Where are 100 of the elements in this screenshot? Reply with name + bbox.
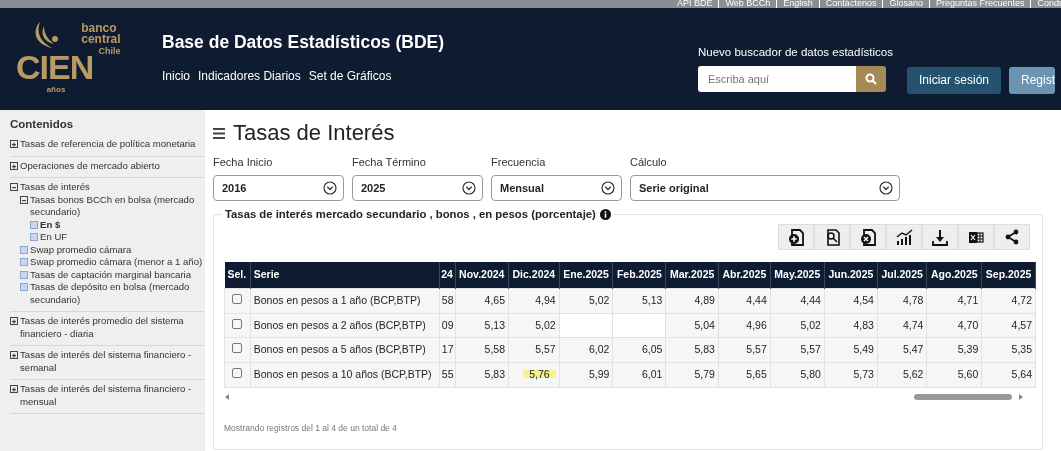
page-title: Tasas de Interés [233, 120, 395, 147]
tree-item[interactable]: Tasas de captación marginal bancaria [30, 268, 192, 282]
toolbar-button[interactable] [850, 224, 886, 251]
table-cell: 5,83 [484, 368, 505, 381]
logo-subtitle: años [45, 84, 67, 96]
expand-icon[interactable] [10, 161, 18, 170]
tree-item[interactable]: Tasas de referencia de política monetaria [20, 138, 196, 151]
table-cell: 5,02 [800, 318, 821, 331]
chevron-down-icon [879, 180, 893, 195]
nav-link[interactable]: Indicadores Diarios [198, 68, 301, 83]
expand-icon[interactable] [10, 385, 18, 394]
table-cell: 5,64 [1011, 368, 1032, 381]
select-field[interactable]: Mensual [491, 174, 622, 201]
select-field[interactable]: 2016 [213, 174, 344, 201]
tree-item[interactable]: Swap promedio cámara [30, 243, 132, 257]
share-icon [1003, 228, 1021, 247]
logo-text: Chile [97, 44, 121, 58]
select-field[interactable]: Serie original [630, 174, 900, 201]
site-title: Base de Datos Estadísticos (BDE) [162, 31, 446, 53]
table-cell: 5,39 [957, 343, 979, 356]
toolbar-button[interactable] [778, 224, 814, 251]
tree-item[interactable]: Tasas de interés del sistema financiero - semanal [20, 349, 205, 375]
tree-item[interactable]: Tasas de interés [20, 181, 90, 194]
collapse-icon[interactable] [10, 183, 18, 192]
column-header: May.2025 [770, 262, 825, 289]
chevron-down-icon [601, 180, 615, 195]
field-label: Fecha Término [352, 155, 427, 171]
column-header: Feb.2025 [612, 262, 666, 289]
tree-item[interactable]: Tasas de interés promedio del sistema financiero - diaria [20, 315, 205, 341]
table-cell: 4,71 [957, 293, 979, 306]
tree-item[interactable]: Tasas de interés del sistema financiero - mensual [20, 383, 205, 409]
menu-icon[interactable] [213, 127, 225, 139]
table-cell: 4,44 [746, 293, 767, 306]
checkbox[interactable] [232, 318, 243, 329]
table-cell: 4,89 [694, 293, 715, 306]
column-header: Abr.2025 [718, 262, 771, 289]
column-header: Sep.2025 [981, 262, 1036, 289]
expand-icon[interactable] [10, 351, 18, 360]
tree-item[interactable]: Tasas bonos BCCh en bolsa (mercado secundario) [30, 193, 205, 219]
logo-text: central [81, 33, 121, 45]
record-count: Mostrando registros del 1 al 4 de un total de 4 [224, 421, 398, 435]
column-header: Sel. [224, 262, 251, 289]
table-cell: 4,44 [800, 293, 821, 306]
tree-item[interactable]: En UF [40, 231, 68, 244]
toolbar-button[interactable] [814, 224, 850, 251]
checkbox[interactable] [232, 368, 243, 379]
search-button[interactable] [856, 66, 886, 93]
field-label: Frecuencia [491, 155, 547, 171]
info-icon[interactable] [599, 209, 611, 221]
search-icon [865, 73, 877, 86]
table-cell: 17 [441, 343, 454, 356]
column-header: Ago.2025 [926, 262, 982, 289]
checkbox[interactable] [232, 293, 243, 304]
checkbox[interactable] [232, 343, 243, 354]
expand-icon[interactable] [10, 140, 18, 149]
nav-link[interactable]: Inicio [162, 68, 190, 83]
table-cell: 5,62 [902, 368, 924, 381]
column-header: Mar.2025 [665, 262, 719, 289]
table-cell: 4,78 [902, 293, 924, 306]
chevron-down-icon [462, 180, 476, 195]
table-cell: 6,05 [642, 343, 663, 356]
field-label: Cálculo [630, 155, 668, 171]
column-header: Serie [250, 262, 440, 289]
toolbar-button[interactable] [994, 224, 1030, 251]
chevron-down-icon [323, 180, 337, 195]
expand-icon[interactable] [10, 317, 18, 326]
file-remove-icon [859, 228, 877, 247]
search-field[interactable]: Escriba aquí [698, 66, 856, 93]
select-field[interactable]: 2025 [352, 174, 483, 201]
toolbar-button[interactable] [922, 224, 958, 251]
table-cell: 4,94 [535, 293, 556, 306]
column-header: Nov.2024 [455, 262, 509, 289]
login-button[interactable]: Iniciar sesión [907, 66, 1001, 94]
table-cell: 5,83 [694, 343, 715, 356]
toolbar-button[interactable] [886, 224, 922, 251]
table-cell: 4,70 [957, 318, 979, 331]
logo[interactable]: CIEN años banco central Chile [0, 22, 150, 96]
table-cell: 5,02 [535, 318, 556, 331]
collapse-icon[interactable] [20, 195, 28, 204]
column-header: Dic.2024 [508, 262, 560, 289]
tree-item[interactable]: En $ [40, 218, 61, 232]
table-cell: 4,54 [853, 293, 874, 306]
table-cell: 6,01 [642, 368, 663, 381]
table-cell: 09 [441, 318, 454, 331]
logo-text: banco [81, 22, 117, 34]
table-cell: 5,57 [800, 343, 821, 356]
column-header: Jun.2025 [824, 262, 878, 289]
chart-icon [895, 228, 913, 247]
table-cell: Bonos en pesos a 2 años (BCP,BTP) [250, 313, 440, 338]
table-cell: 5,76 [523, 368, 556, 381]
tree-item[interactable]: Operaciones de mercado abierto [20, 159, 160, 173]
tree-item[interactable]: Swap promedio cámara (menor a 1 año) [30, 256, 203, 269]
nav-link[interactable]: Set de Gráficos [308, 68, 392, 83]
file-add-icon [787, 228, 805, 247]
table-cell: 5,13 [484, 318, 505, 331]
table-cell: 5,79 [694, 368, 715, 381]
tree-item[interactable]: Tasas de depósito en bolsa (mercado secundario) [30, 281, 205, 307]
table-cell: 5,58 [484, 343, 505, 356]
table-cell: 5,65 [746, 368, 767, 381]
toolbar-button[interactable] [958, 224, 994, 251]
